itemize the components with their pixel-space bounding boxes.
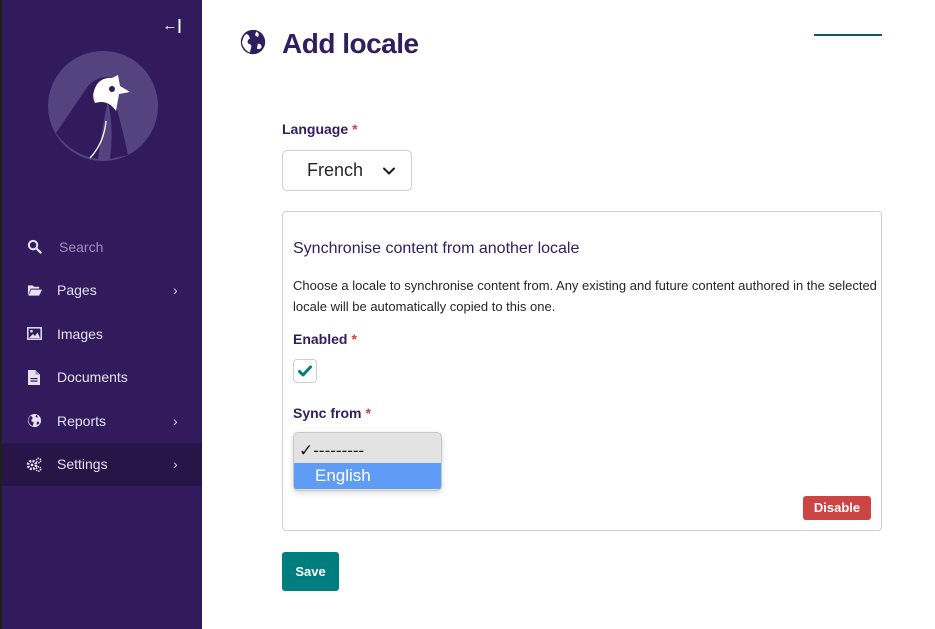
sidebar-item-label: Images [57,325,103,342]
sidebar-item-settings[interactable]: Settings › [2,442,202,486]
enabled-checkbox[interactable] [293,359,317,383]
enabled-label-text: Enabled [293,331,348,347]
globe-icon [26,413,42,429]
sync-panel-title: Synchronise content from another locale [293,240,580,257]
folder-open-icon [26,282,42,298]
language-label-text: Language [282,121,349,137]
main-content: Add locale Language * French Synchronise … [202,0,935,629]
sidebar-item-reports[interactable]: Reports › [2,399,202,443]
enabled-label: Enabled * [293,331,357,347]
chevron-right-icon: › [173,412,178,429]
page-header: Add locale [240,28,419,60]
search-icon [26,239,42,255]
collapse-sidebar-button[interactable]: ←| [162,16,182,36]
document-icon [26,369,42,385]
header-divider [814,34,882,36]
disable-button[interactable]: Disable [803,496,871,520]
sidebar-item-label: Documents [57,369,128,386]
required-marker: * [351,331,357,347]
sync-panel-description: Choose a locale to synchronise content f… [293,278,877,314]
sidebar-item-images[interactable]: Images [2,312,202,356]
sidebar: ←| Search Pages › Images Documents Repor… [0,0,202,629]
save-button[interactable]: Save [282,552,339,591]
search-input[interactable]: Search [59,239,103,255]
language-label: Language * [282,121,358,137]
language-select[interactable]: French [282,150,412,191]
sidebar-search[interactable]: Search [2,225,202,269]
cogs-icon [26,456,42,472]
chevron-down-icon [383,167,395,175]
sidebar-item-documents[interactable]: Documents [2,356,202,400]
language-select-value: French [307,160,364,180]
sidebar-item-pages[interactable]: Pages › [2,269,202,313]
wagtail-bird-logo[interactable] [48,51,158,161]
page-title: Add locale [282,28,419,59]
chevron-right-icon: › [173,282,178,299]
sync-from-option-english[interactable]: English [294,463,441,489]
required-marker: * [365,405,371,421]
required-marker: * [352,121,358,137]
sync-from-label-text: Sync from [293,405,362,421]
sync-panel: Synchronise content from another locale … [282,211,882,531]
checkmark-icon [298,365,312,377]
sync-from-option-empty[interactable]: ✓--------- [294,438,441,464]
collapse-left-icon: ←| [162,17,182,34]
globe-icon [240,29,266,60]
image-icon [26,326,42,342]
sync-from-label: Sync from * [293,405,371,421]
sidebar-nav: Search Pages › Images Documents Reports … [2,225,202,486]
chevron-right-icon: › [173,456,178,473]
sync-from-dropdown[interactable]: ✓--------- English [293,432,442,491]
sidebar-item-label: Pages [57,282,97,299]
sidebar-item-label: Reports [57,412,107,429]
sidebar-item-label: Settings [57,456,108,473]
